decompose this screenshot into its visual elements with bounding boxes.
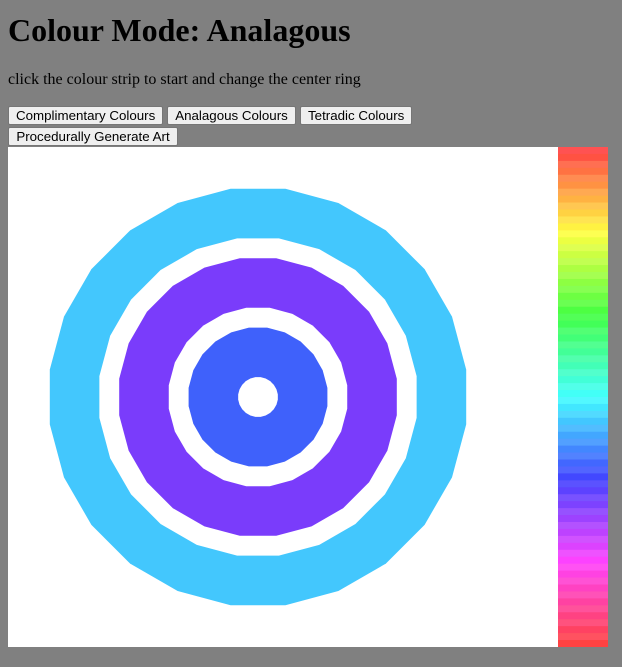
colour-strip-band[interactable] [558, 174, 608, 183]
colour-strip-band[interactable] [558, 542, 608, 551]
colour-strip-band[interactable] [558, 417, 608, 426]
colour-strip-band[interactable] [558, 292, 608, 301]
colour-strip-band[interactable] [558, 258, 608, 266]
colour-strip-band[interactable] [558, 265, 608, 273]
colour-strip-band[interactable] [558, 251, 608, 259]
colour-strip-band[interactable] [558, 591, 608, 599]
colour-strip-band[interactable] [558, 480, 608, 488]
colour-strip-band[interactable] [558, 438, 608, 447]
colour-strip-band[interactable] [558, 626, 608, 634]
colour-strip-band[interactable] [558, 522, 608, 530]
colour-strip[interactable] [558, 147, 608, 647]
colour-strip-band[interactable] [558, 237, 608, 245]
colour-strip-band[interactable] [558, 598, 608, 606]
colour-strip-band[interactable] [558, 487, 608, 495]
colour-strip-band[interactable] [558, 181, 608, 190]
colour-strip-band[interactable] [558, 403, 608, 412]
colour-strip-band[interactable] [558, 640, 608, 647]
colour-strip-band[interactable] [558, 605, 608, 613]
colour-strip-band[interactable] [558, 320, 608, 329]
colour-strip-band[interactable] [558, 556, 608, 565]
colour-strip-band[interactable] [558, 383, 608, 391]
colour-strip-band[interactable] [558, 466, 608, 474]
page-title: Colour Mode: Analagous [8, 12, 351, 48]
colour-strip-band[interactable] [558, 209, 608, 217]
colour-strip-band[interactable] [558, 397, 608, 405]
colour-strip-band[interactable] [558, 445, 608, 454]
colour-strip-band[interactable] [558, 549, 608, 558]
colour-strip-band[interactable] [558, 410, 608, 419]
colour-strip-band[interactable] [558, 563, 608, 572]
colour-strip-band[interactable] [558, 515, 608, 523]
colour-strip-band[interactable] [558, 390, 608, 398]
colour-strip-band[interactable] [558, 223, 608, 231]
colour-strip-band[interactable] [558, 306, 608, 315]
complimentary-colours-button[interactable]: Complimentary Colours [8, 106, 163, 125]
colour-strip-band[interactable] [558, 473, 608, 481]
center-hole [238, 377, 278, 417]
colour-strip-band[interactable] [558, 535, 608, 544]
colour-strip-band[interactable] [558, 570, 608, 579]
colour-strip-band[interactable] [558, 244, 608, 252]
colour-strip-band[interactable] [558, 424, 608, 433]
colour-strip-band[interactable] [558, 348, 608, 356]
colour-strip-band[interactable] [558, 278, 608, 287]
colour-strip-band[interactable] [558, 431, 608, 440]
colour-strip-band[interactable] [558, 341, 608, 349]
colour-strip-band[interactable] [558, 188, 608, 197]
colour-strip-band[interactable] [558, 202, 608, 210]
colour-strip-band[interactable] [558, 299, 608, 308]
tetradic-colours-button[interactable]: Tetradic Colours [300, 106, 412, 125]
colour-strip-band[interactable] [558, 334, 608, 342]
colour-strip-band[interactable] [558, 376, 608, 384]
colour-strip-band[interactable] [558, 195, 608, 204]
colour-strip-band[interactable] [558, 452, 608, 460]
colour-strip-band[interactable] [558, 355, 608, 363]
colour-strip-band[interactable] [558, 459, 608, 467]
colour-strip-band[interactable] [558, 160, 608, 169]
colour-strip-band[interactable] [558, 369, 608, 377]
colour-strip-band[interactable] [558, 528, 608, 537]
art-canvas [8, 147, 558, 647]
concentric-rings [49, 188, 467, 606]
instructions-text: click the colour strip to start and chan… [8, 71, 361, 88]
procedurally-generate-art-button[interactable]: Procedurally Generate Art [8, 127, 178, 146]
colour-strip-band[interactable] [558, 612, 608, 620]
colour-strip-band[interactable] [558, 362, 608, 370]
colour-strip-band[interactable] [558, 619, 608, 627]
colour-strip-band[interactable] [558, 501, 608, 509]
colour-strip-band[interactable] [558, 285, 608, 294]
colour-strip-band[interactable] [558, 633, 608, 641]
colour-strip-band[interactable] [558, 584, 608, 592]
analagous-colours-button[interactable]: Analagous Colours [167, 106, 296, 125]
colour-strip-band[interactable] [558, 313, 608, 322]
colour-strip-band[interactable] [558, 508, 608, 516]
colour-strip-band[interactable] [558, 577, 608, 585]
colour-strip-band[interactable] [558, 216, 608, 224]
colour-strip-band[interactable] [558, 327, 608, 335]
colour-strip-band[interactable] [558, 494, 608, 502]
colour-strip-band[interactable] [558, 272, 608, 280]
colour-strip-band[interactable] [558, 167, 608, 176]
colour-strip-gradient[interactable] [558, 147, 608, 647]
colour-strip-band[interactable] [558, 153, 608, 162]
colour-strip-band[interactable] [558, 147, 608, 155]
colour-strip-band[interactable] [558, 230, 608, 238]
